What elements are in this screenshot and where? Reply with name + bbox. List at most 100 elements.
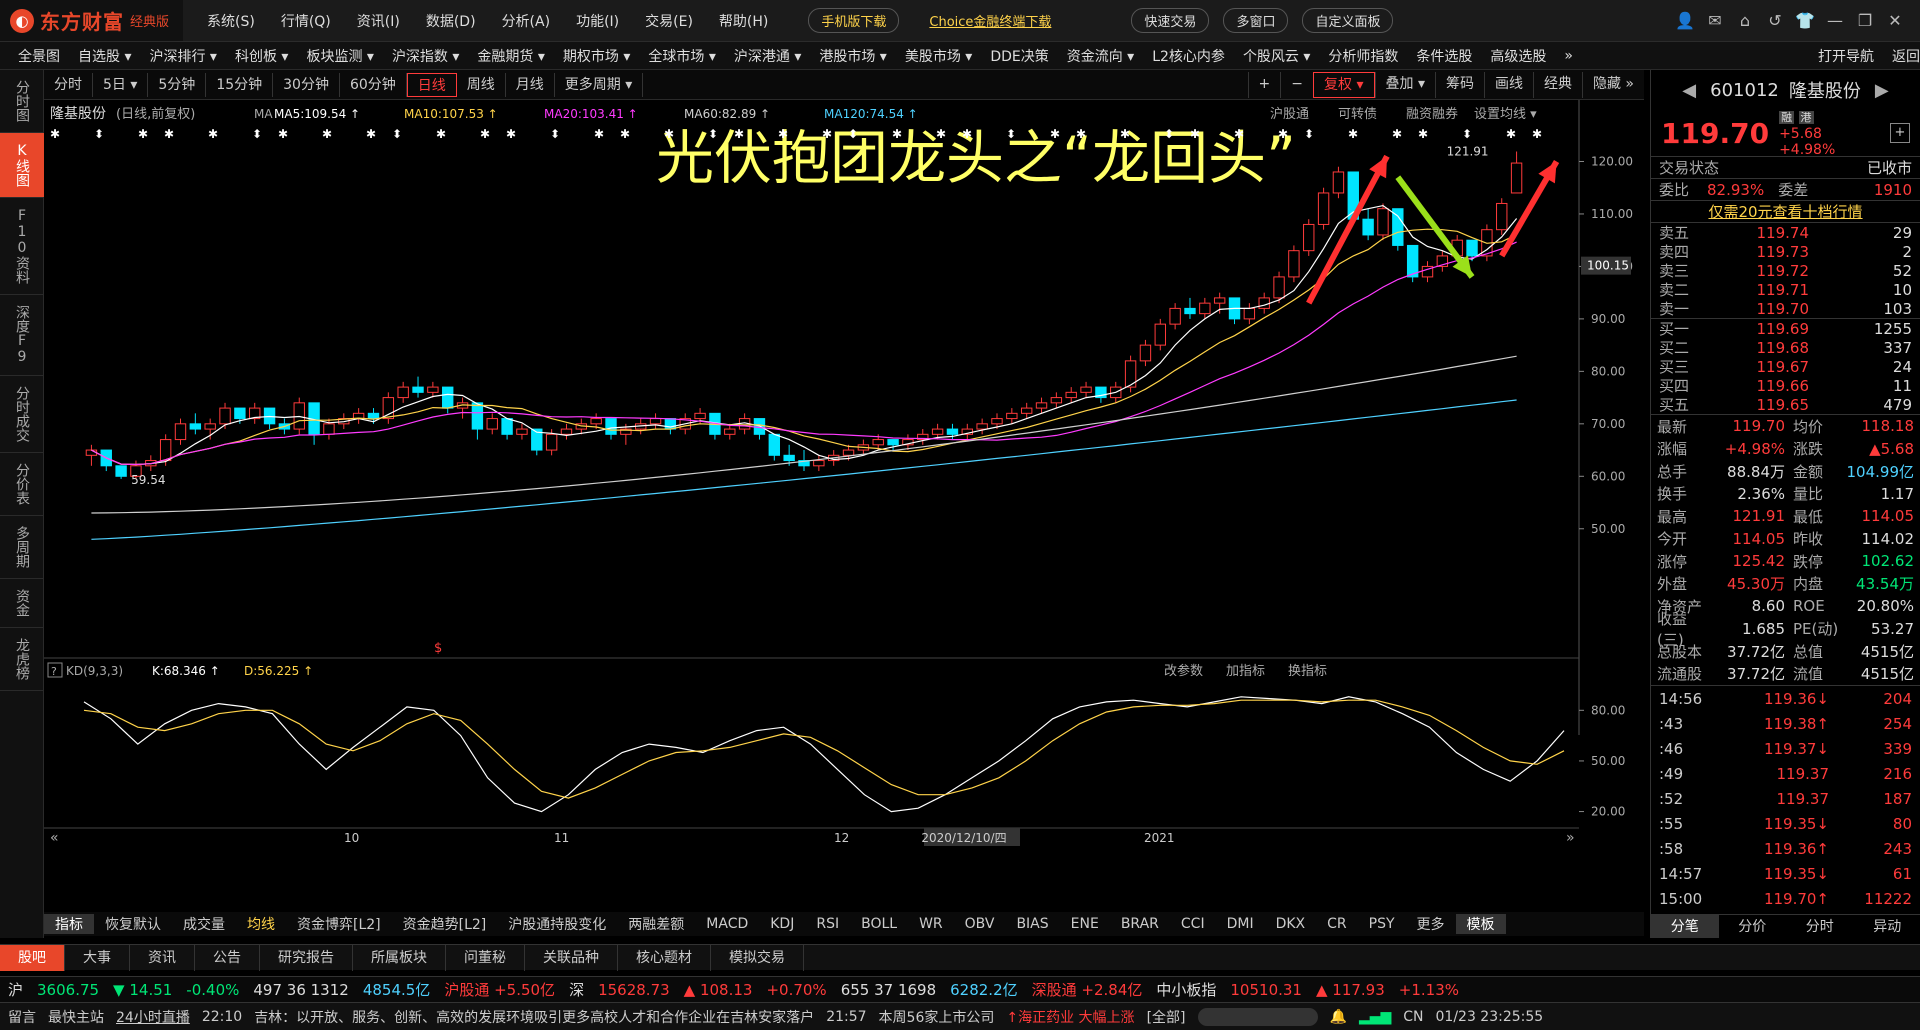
bottom-tab[interactable]: 资讯 bbox=[130, 944, 195, 971]
bottom-tab[interactable]: 股吧 bbox=[0, 944, 65, 971]
indicator-tab[interactable]: DMI bbox=[1216, 916, 1265, 932]
nav-item[interactable]: 板块监测 ▾ bbox=[306, 46, 373, 66]
nav-item[interactable]: 资金流向 ▾ bbox=[1067, 46, 1134, 66]
nav-item[interactable]: 分析师指数 bbox=[1328, 46, 1398, 66]
indicator-tab[interactable]: ENE bbox=[1060, 916, 1110, 932]
period-tab[interactable]: 日线 bbox=[406, 72, 457, 97]
nav-item[interactable]: 沪深指数 ▾ bbox=[392, 46, 459, 66]
nav-item[interactable]: 港股市场 ▾ bbox=[819, 46, 886, 66]
left-tab[interactable]: F10资料 bbox=[0, 198, 44, 295]
left-tab[interactable]: 分时成交 bbox=[0, 376, 44, 453]
nav-item[interactable]: 全球市场 ▾ bbox=[648, 46, 715, 66]
quote-tab[interactable]: 分笔 bbox=[1651, 915, 1719, 938]
nav-item[interactable]: 美股市场 ▾ bbox=[905, 46, 972, 66]
chart-area[interactable]: 隆基股份 (日线,前复权) MA MA5:109.54 ↑ MA10:107.53 ↑ M… bbox=[44, 100, 1644, 900]
nav-item[interactable]: 沪深港通 ▾ bbox=[734, 46, 801, 66]
message-button[interactable]: 留言 bbox=[8, 1007, 36, 1027]
bottom-tab[interactable]: 关联品种 bbox=[525, 944, 618, 971]
sgt-flow[interactable]: 深股通 +2.84亿 bbox=[1032, 979, 1143, 1000]
custom-panel-button[interactable]: 自定义面板 bbox=[1302, 8, 1394, 33]
prev-stock-icon[interactable]: ◀ bbox=[1682, 80, 1696, 101]
search-input[interactable] bbox=[1197, 1007, 1318, 1026]
left-tab[interactable]: 分时图 bbox=[0, 70, 44, 133]
period-tab[interactable]: 更多周期 ▾ bbox=[555, 72, 644, 97]
chart-tool[interactable]: 复权 ▾ bbox=[1313, 71, 1375, 98]
menu-item[interactable]: 行情(Q) bbox=[281, 11, 331, 31]
chart-tool[interactable]: 筹码 bbox=[1434, 71, 1484, 98]
nav-item[interactable]: » bbox=[1564, 48, 1573, 64]
indicator-tab[interactable]: RSI bbox=[805, 916, 850, 932]
fastest-server-button[interactable]: 最快主站 bbox=[48, 1007, 104, 1027]
bottom-tab[interactable]: 研究报告 bbox=[260, 944, 353, 971]
back-icon[interactable]: ↺ bbox=[1760, 11, 1790, 30]
nav-right-item[interactable]: 打开导航 bbox=[1818, 46, 1874, 66]
menu-item[interactable]: 资讯(I) bbox=[357, 11, 400, 31]
next-stock-icon[interactable]: ▶ bbox=[1875, 80, 1889, 101]
indicator-tab[interactable]: 更多 bbox=[1406, 914, 1456, 934]
left-tab[interactable]: 深度F9 bbox=[0, 295, 44, 376]
indicator-tab[interactable]: 沪股通持股变化 bbox=[497, 914, 617, 934]
nav-item[interactable]: 自选股 ▾ bbox=[78, 46, 131, 66]
left-tab[interactable]: 分价表 bbox=[0, 453, 44, 516]
kline-chart[interactable]: 隆基股份 (日线,前复权) MA MA5:109.54 ↑ MA10:107.53 ↑ M… bbox=[44, 100, 1644, 910]
period-tab[interactable]: 5分钟 bbox=[148, 72, 207, 97]
chart-tool[interactable]: 画线 bbox=[1483, 71, 1533, 98]
news-item-2[interactable]: 本周56家上市公司 bbox=[879, 1007, 995, 1027]
menu-item[interactable]: 功能(I) bbox=[576, 11, 619, 31]
bottom-tab[interactable]: 模拟交易 bbox=[711, 944, 804, 971]
nav-item[interactable]: 个股风云 ▾ bbox=[1243, 46, 1310, 66]
mail-icon[interactable]: ✉ bbox=[1700, 11, 1730, 30]
indicator-tab[interactable]: 均线 bbox=[236, 914, 286, 934]
indicator-tab[interactable]: PSY bbox=[1358, 916, 1406, 932]
hgt-flow[interactable]: 沪股通 +5.50亿 bbox=[444, 979, 555, 1000]
user-icon[interactable]: 👤 bbox=[1670, 11, 1700, 30]
quote-tab[interactable]: 分时 bbox=[1786, 915, 1854, 938]
nav-item[interactable]: DDE决策 bbox=[990, 46, 1048, 66]
bottom-tab[interactable]: 核心题材 bbox=[618, 944, 711, 971]
chart-tool[interactable]: − bbox=[1280, 71, 1313, 98]
close-icon[interactable]: ✕ bbox=[1880, 11, 1910, 30]
quote-tab[interactable]: 分价 bbox=[1719, 915, 1787, 938]
indicator-tab[interactable]: MACD bbox=[695, 916, 759, 932]
indicator-tab[interactable]: BOLL bbox=[850, 916, 908, 932]
all-alerts-link[interactable]: [全部] bbox=[1147, 1007, 1186, 1027]
indicator-tab[interactable]: 资金博弈[L2] bbox=[286, 914, 392, 934]
period-tab[interactable]: 30分钟 bbox=[273, 72, 340, 97]
bottom-tab[interactable]: 所属板块 bbox=[353, 944, 446, 971]
indicator-tab[interactable]: CR bbox=[1316, 916, 1358, 932]
bottom-tab[interactable]: 公告 bbox=[195, 944, 260, 971]
alert-item[interactable]: ↑海正药业 大幅上涨 bbox=[1006, 1007, 1134, 1027]
mobile-download-button[interactable]: 手机版下载 bbox=[808, 8, 900, 33]
period-tab[interactable]: 月线 bbox=[506, 72, 555, 97]
indicator-tab[interactable]: 资金趋势[L2] bbox=[392, 914, 498, 934]
menu-item[interactable]: 交易(E) bbox=[645, 11, 693, 31]
nav-item[interactable]: 科创板 ▾ bbox=[235, 46, 288, 66]
multi-window-button[interactable]: 多窗口 bbox=[1223, 8, 1289, 33]
left-tab[interactable]: 多周期 bbox=[0, 516, 44, 579]
indicator-tab[interactable]: 两融差额 bbox=[617, 914, 695, 934]
period-tab[interactable]: 周线 bbox=[457, 72, 506, 97]
chart-tool[interactable]: 隐藏 » bbox=[1581, 71, 1644, 98]
indicator-tab[interactable]: WR bbox=[908, 916, 954, 932]
choice-download-link[interactable]: Choice金融终端下载 bbox=[929, 11, 1051, 30]
menu-item[interactable]: 帮助(H) bbox=[719, 11, 768, 31]
chart-tool[interactable]: 叠加 ▾ bbox=[1374, 71, 1435, 98]
bottom-tab[interactable]: 大事 bbox=[65, 944, 130, 971]
quote-tab[interactable]: 异动 bbox=[1854, 915, 1920, 938]
indicator-tab[interactable]: CCI bbox=[1170, 916, 1216, 932]
chart-tool[interactable]: + bbox=[1247, 71, 1281, 98]
bell-icon[interactable]: 🔔 bbox=[1330, 1009, 1347, 1025]
menu-item[interactable]: 系统(S) bbox=[207, 11, 255, 31]
indicator-tab[interactable]: OBV bbox=[954, 916, 1006, 932]
nav-item[interactable]: 期权市场 ▾ bbox=[563, 46, 630, 66]
indicator-tab[interactable]: BIAS bbox=[1005, 916, 1059, 932]
left-tab[interactable]: 龙虎榜 bbox=[0, 628, 44, 691]
news-item-1[interactable]: 吉林：以开放、服务、创新、高效的发展环境吸引更多高校人才和合作企业在吉林安家落户 bbox=[254, 1007, 814, 1027]
period-tab[interactable]: 分时 bbox=[44, 72, 93, 97]
skin-icon[interactable]: 👕 bbox=[1790, 11, 1820, 30]
indicator-tab[interactable]: BRAR bbox=[1110, 916, 1170, 932]
home-icon[interactable]: ⌂ bbox=[1730, 11, 1760, 30]
promo-link[interactable]: 仅需20元查看十档行情 bbox=[1708, 201, 1862, 222]
period-tab[interactable]: 60分钟 bbox=[340, 72, 407, 97]
indicator-tab[interactable]: 指标 bbox=[44, 914, 94, 934]
